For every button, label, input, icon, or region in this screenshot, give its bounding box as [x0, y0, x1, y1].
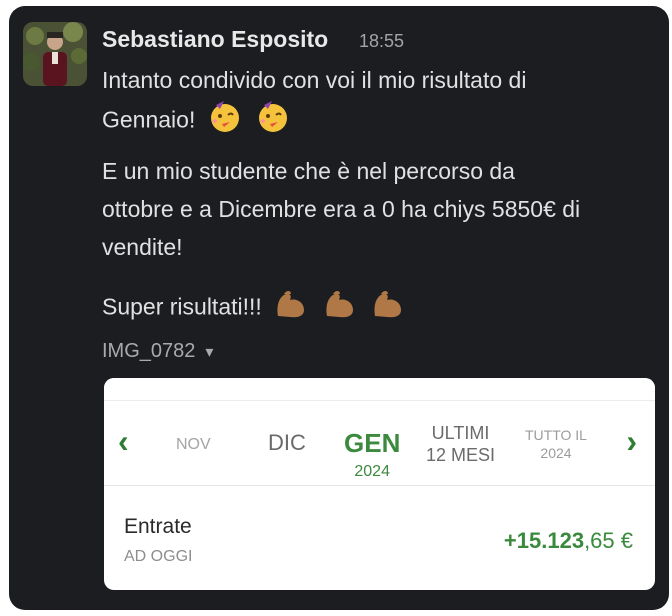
flexed-biceps-icon: [321, 286, 359, 331]
tab-tutto-il-2024[interactable]: TUTTO IL 2024: [525, 426, 587, 462]
message-paragraph-1: Intanto condivido con voi il mio risulta…: [102, 61, 526, 144]
message-line: Intanto condivido con voi il mio risulta…: [102, 67, 527, 93]
income-amount: +15.123,65 €: [504, 528, 633, 554]
income-label: Entrate: [124, 515, 192, 538]
flexed-biceps-icon: [272, 286, 310, 331]
chevron-down-icon[interactable]: ▾: [205, 342, 213, 362]
partying-face-icon: [254, 99, 292, 144]
partying-face-icon: [206, 99, 244, 144]
tab-gen-label: GEN: [344, 428, 401, 458]
author-name[interactable]: Sebastiano Esposito: [102, 26, 328, 53]
attachment-header[interactable]: IMG_0782 ▾: [102, 340, 213, 363]
tab-tutto-line1: TUTTO IL: [525, 427, 587, 443]
message-line: Gennaio!: [102, 106, 196, 133]
divider: [104, 485, 655, 486]
message-line: Super risultati!!!: [102, 293, 262, 320]
tab-tutto-line2: 2024: [540, 445, 572, 461]
chat-message-panel: Sebastiano Esposito 18:55 Intanto condiv…: [9, 6, 669, 610]
attachment-name[interactable]: IMG_0782: [102, 340, 195, 363]
tab-ultimi-12-mesi[interactable]: ULTIMI 12 MESI: [426, 422, 495, 466]
chevron-right-icon[interactable]: ›: [626, 423, 637, 460]
tab-ultimi-line1: ULTIMI: [431, 423, 490, 443]
tab-gen-year: 2024: [354, 463, 390, 480]
flexed-biceps-icon: [369, 286, 407, 331]
tab-ultimi-line2: 12 MESI: [426, 445, 496, 465]
amount-integer: +15.123: [503, 528, 585, 553]
timestamp[interactable]: 18:55: [359, 31, 404, 52]
income-sublabel: AD OGGI: [124, 548, 193, 565]
avatar[interactable]: [23, 22, 87, 86]
amount-decimal: ,65 €: [584, 528, 633, 553]
tab-dic[interactable]: DIC: [268, 430, 306, 456]
message-line: ottobre e a Dicembre era a 0 ha chiys 58…: [102, 196, 581, 222]
tab-gen[interactable]: GEN 2024: [344, 428, 400, 481]
tab-nov[interactable]: NOV: [176, 436, 211, 454]
chevron-left-icon[interactable]: ‹: [118, 423, 129, 460]
card-top-strip: [104, 378, 655, 401]
message-line: E un mio studente che è nel percorso da: [102, 158, 515, 184]
message-paragraph-2: E un mio studente che è nel percorso da …: [102, 152, 580, 266]
message-paragraph-3: Super risultati!!!: [102, 286, 407, 331]
image-attachment[interactable]: ‹ NOV DIC GEN 2024 ULTIMI 12 MESI TUTTO …: [104, 378, 655, 590]
message-line-with-emoji: Gennaio!: [102, 99, 526, 144]
message-line: vendite!: [102, 234, 183, 260]
